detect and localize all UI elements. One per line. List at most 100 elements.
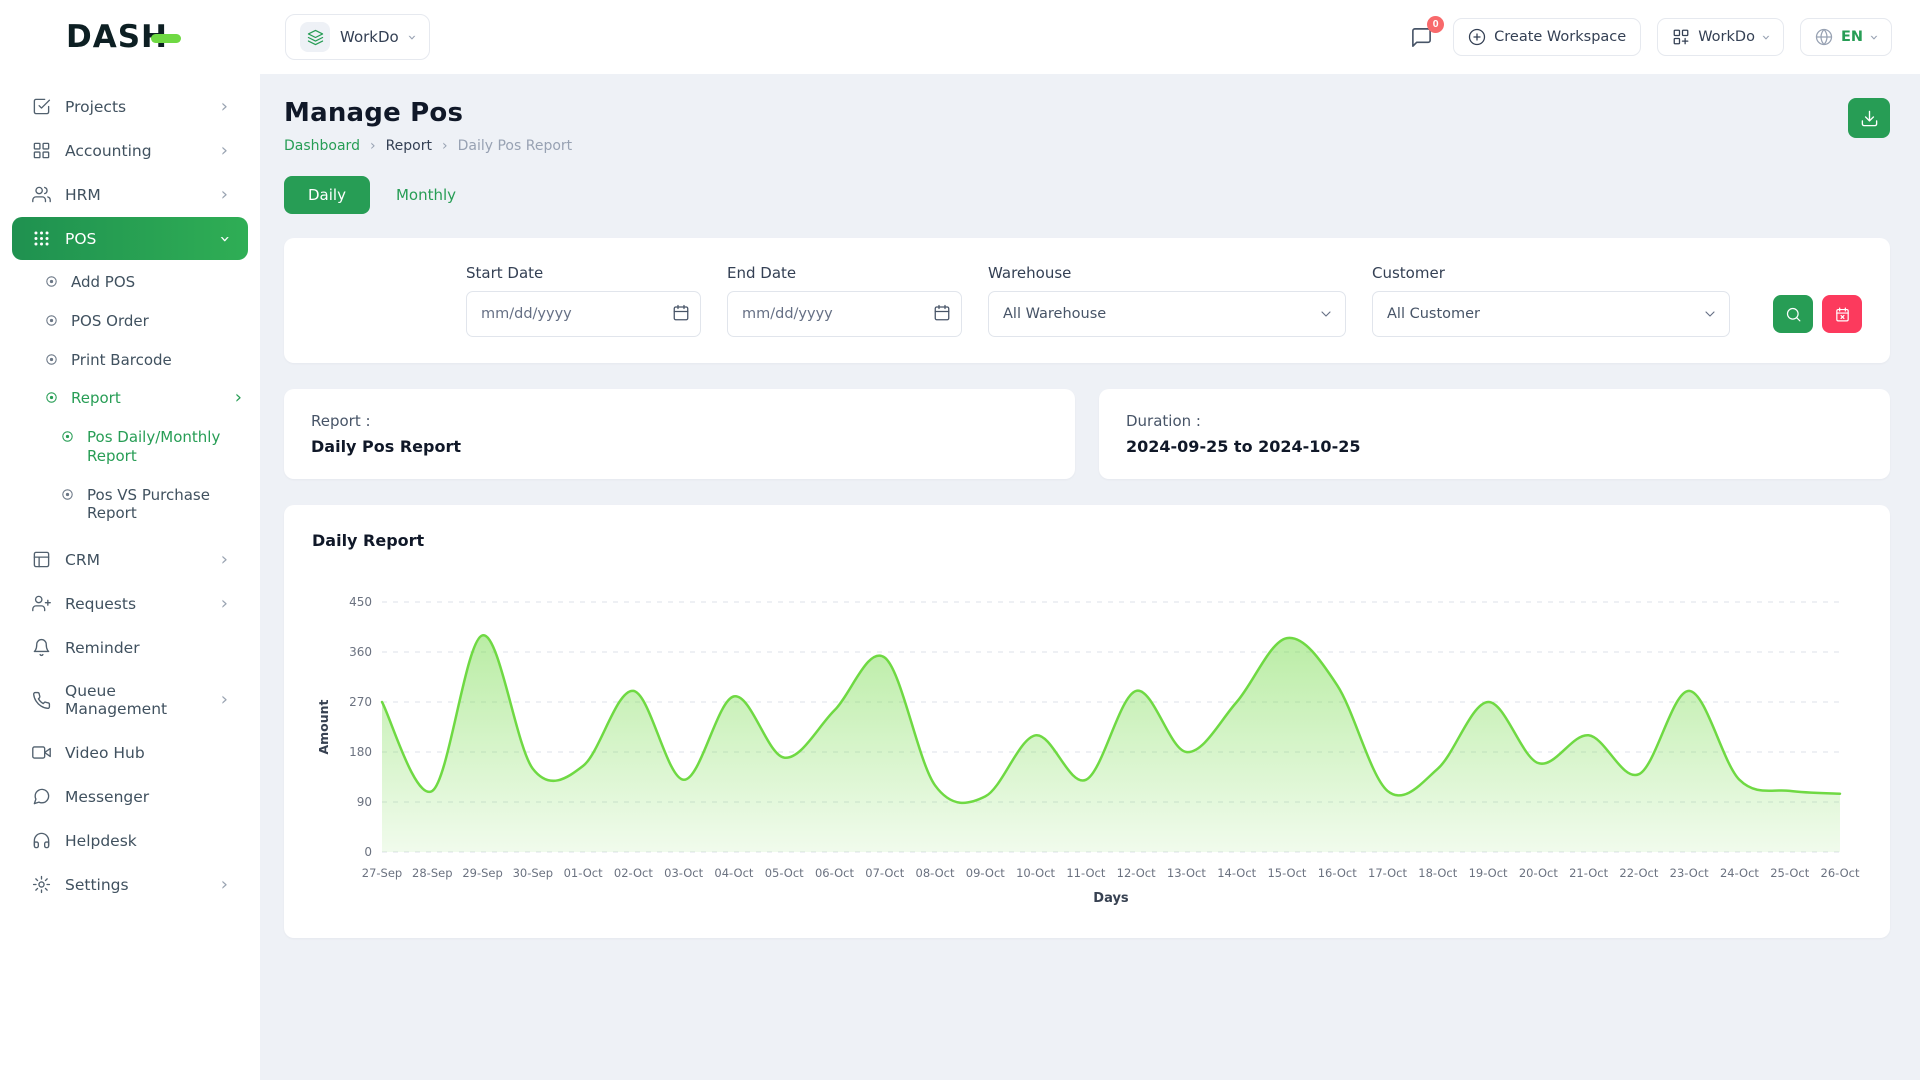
create-workspace-button[interactable]: Create Workspace: [1453, 18, 1641, 56]
svg-text:23-Oct: 23-Oct: [1670, 866, 1709, 880]
chevron-right-icon: ›: [221, 186, 228, 204]
sidebar-item-video-hub[interactable]: Video Hub: [12, 731, 248, 774]
end-date-label: End Date: [727, 264, 962, 282]
chevron-right-icon: ›: [221, 98, 228, 116]
sidebar-item-hrm[interactable]: HRM ›: [12, 173, 248, 216]
projects-icon: [32, 97, 51, 116]
pos-submenu: Add POS POS Order Print Barcode Report ›…: [0, 261, 260, 537]
sidebar-item-settings[interactable]: Settings ›: [12, 863, 248, 906]
sidebar-item-queue-management[interactable]: Queue Management ›: [12, 670, 248, 730]
svg-text:360: 360: [349, 645, 372, 659]
messages-badge: 0: [1427, 16, 1444, 33]
svg-text:20-Oct: 20-Oct: [1519, 866, 1558, 880]
sidebar-item-pos-order[interactable]: POS Order: [0, 302, 260, 341]
svg-text:07-Oct: 07-Oct: [865, 866, 904, 880]
account-menu-label: WorkDo: [1698, 29, 1755, 45]
svg-text:06-Oct: 06-Oct: [815, 866, 854, 880]
svg-text:01-Oct: 01-Oct: [564, 866, 603, 880]
svg-text:Days: Days: [1093, 891, 1129, 906]
report-label: Report :: [311, 412, 1048, 430]
pos-icon: [32, 229, 51, 248]
sidebar-item-helpdesk[interactable]: Helpdesk: [12, 819, 248, 862]
chevron-right-icon: ›: [221, 142, 228, 160]
svg-text:05-Oct: 05-Oct: [765, 866, 804, 880]
breadcrumb-separator: ›: [370, 138, 376, 154]
message-icon: [32, 787, 51, 806]
download-button[interactable]: [1848, 98, 1890, 138]
svg-text:11-Oct: 11-Oct: [1066, 866, 1105, 880]
svg-text:24-Oct: 24-Oct: [1720, 866, 1759, 880]
workspace-name: WorkDo: [340, 28, 399, 46]
reset-filter-button[interactable]: [1822, 295, 1862, 333]
breadcrumb-report: Report: [386, 138, 432, 154]
chevron-right-icon: ›: [235, 389, 242, 407]
svg-text:Amount: Amount: [316, 699, 331, 754]
start-date-input[interactable]: [466, 291, 701, 337]
sidebar-item-accounting[interactable]: Accounting ›: [12, 129, 248, 172]
language-button[interactable]: EN ›: [1800, 18, 1892, 56]
sidebar-item-label: Settings: [65, 876, 207, 894]
brand-logo[interactable]: DASH: [66, 19, 181, 55]
sidebar-item-label: Messenger: [65, 788, 228, 806]
start-date-label: Start Date: [466, 264, 701, 282]
sidebar-item-label: POS: [65, 230, 207, 248]
sidebar-item-add-pos[interactable]: Add POS: [0, 263, 260, 302]
end-date-input[interactable]: [727, 291, 962, 337]
chevron-right-icon: ›: [221, 691, 228, 709]
top-header: DASH WorkDo › 0 Create Workspace WorkDo: [0, 0, 1920, 74]
tab-monthly[interactable]: Monthly: [396, 186, 456, 204]
daily-report-chart: 09018027036045027-Sep28-Sep29-Sep30-Sep0…: [312, 584, 1862, 918]
plus-circle-icon: [1468, 28, 1486, 46]
sidebar-item-label: Add POS: [71, 273, 242, 292]
sidebar-item-print-barcode[interactable]: Print Barcode: [0, 341, 260, 380]
sidebar-item-messenger[interactable]: Messenger: [12, 775, 248, 818]
svg-text:17-Oct: 17-Oct: [1368, 866, 1407, 880]
calendar-x-icon: [1834, 306, 1851, 323]
svg-text:13-Oct: 13-Oct: [1167, 866, 1206, 880]
sidebar-item-requests[interactable]: Requests ›: [12, 582, 248, 625]
page-header: Manage Pos Dashboard › Report › Daily Po…: [284, 98, 1890, 154]
sidebar-item-report[interactable]: Report ›: [0, 379, 260, 418]
bullet-icon: [60, 429, 75, 444]
svg-text:14-Oct: 14-Oct: [1217, 866, 1256, 880]
requests-icon: [32, 594, 51, 613]
workspace-switcher[interactable]: WorkDo ›: [285, 14, 430, 60]
svg-text:10-Oct: 10-Oct: [1016, 866, 1055, 880]
svg-text:08-Oct: 08-Oct: [916, 866, 955, 880]
bullet-icon: [44, 352, 59, 367]
sidebar-item-label: CRM: [65, 551, 207, 569]
duration-summary-card: Duration : 2024-09-25 to 2024-10-25: [1099, 389, 1890, 479]
sidebar-item-reminder[interactable]: Reminder: [12, 626, 248, 669]
svg-text:450: 450: [349, 595, 372, 609]
account-menu-button[interactable]: WorkDo ›: [1657, 18, 1784, 56]
svg-text:22-Oct: 22-Oct: [1619, 866, 1658, 880]
search-icon: [1785, 306, 1802, 323]
warehouse-label: Warehouse: [988, 264, 1346, 282]
sidebar-item-pos-daily-monthly-report[interactable]: Pos Daily/Monthly Report: [0, 418, 260, 476]
svg-text:09-Oct: 09-Oct: [966, 866, 1005, 880]
sidebar-item-label: Queue Management: [65, 682, 207, 718]
svg-text:0: 0: [364, 845, 372, 859]
breadcrumb-dashboard-link[interactable]: Dashboard: [284, 138, 360, 154]
sidebar-item-pos[interactable]: POS ›: [12, 217, 248, 260]
svg-text:28-Sep: 28-Sep: [412, 866, 452, 880]
breadcrumb-separator: ›: [442, 138, 448, 154]
sidebar-item-label: Accounting: [65, 142, 207, 160]
headphones-icon: [32, 831, 51, 850]
chevron-down-icon: ›: [404, 34, 419, 40]
sidebar-item-label: Projects: [65, 98, 207, 116]
messages-button[interactable]: 0: [1406, 22, 1437, 53]
grid-icon: [1672, 28, 1690, 46]
sidebar-item-label: Pos VS Purchase Report: [87, 486, 242, 524]
warehouse-select[interactable]: All Warehouse: [988, 291, 1346, 337]
sidebar-item-crm[interactable]: CRM ›: [12, 538, 248, 581]
svg-text:270: 270: [349, 695, 372, 709]
sidebar-item-pos-vs-purchase-report[interactable]: Pos VS Purchase Report: [0, 476, 260, 534]
svg-text:04-Oct: 04-Oct: [714, 866, 753, 880]
customer-select[interactable]: All Customer: [1372, 291, 1730, 337]
chevron-right-icon: ›: [221, 876, 228, 894]
tab-daily[interactable]: Daily: [284, 176, 370, 214]
apply-filter-button[interactable]: [1773, 295, 1813, 333]
breadcrumb-current: Daily Pos Report: [458, 138, 573, 154]
sidebar-item-projects[interactable]: Projects ›: [12, 85, 248, 128]
